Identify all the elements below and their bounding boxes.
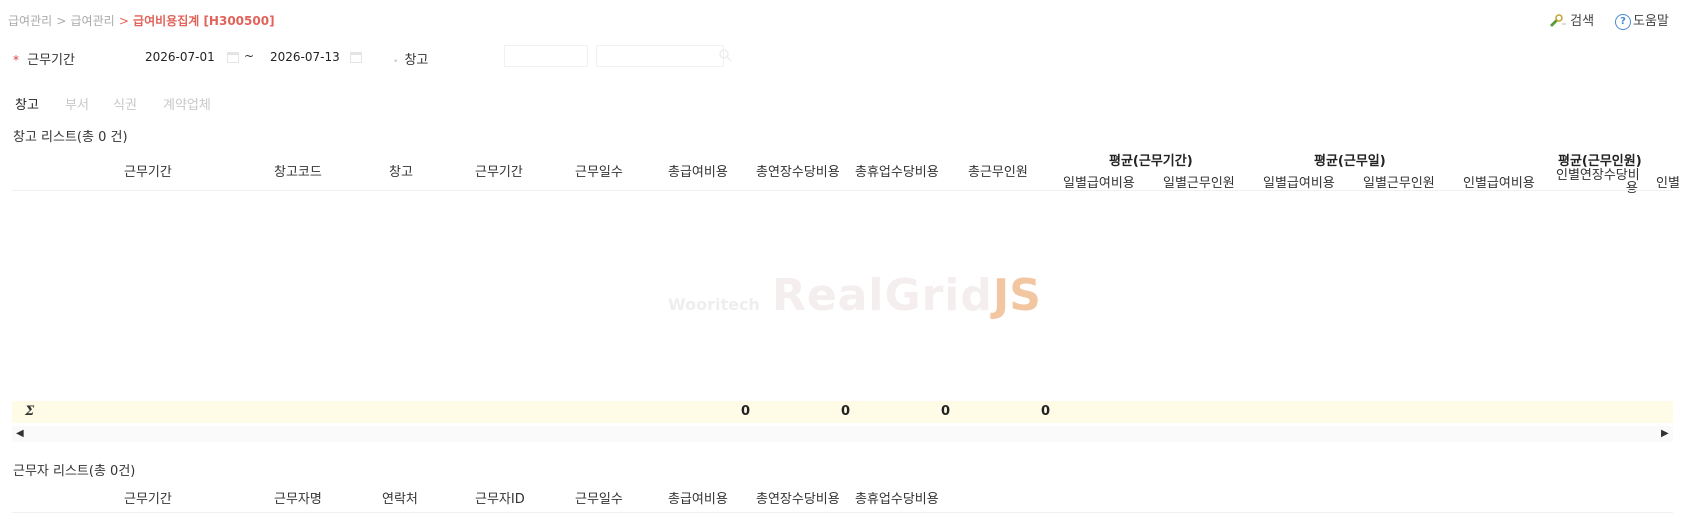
warehouse-name-input[interactable] — [596, 45, 724, 67]
sum-total-workers: 0 — [1040, 404, 1050, 419]
warehouse-input[interactable] — [504, 45, 588, 67]
period-label-group: * 근무기간 — [13, 49, 75, 68]
tab-department[interactable]: 부서 — [65, 94, 89, 113]
scroll-left-icon[interactable]: ◀ — [16, 428, 24, 439]
horizontal-scrollbar[interactable] — [12, 426, 1673, 442]
calendar-icon[interactable] — [227, 52, 239, 63]
col-header-work-period-2[interactable]: 근무기간 — [475, 161, 523, 180]
calendar-icon-2[interactable] — [350, 52, 362, 63]
col-header-work-days[interactable]: 근무일수 — [575, 488, 623, 507]
col-header-total-pay[interactable]: 총급여비용 — [668, 161, 728, 180]
col-header-person-pay[interactable]: 인별급여비용 — [1463, 172, 1535, 191]
col-header-work-period[interactable]: 근무기간 — [124, 161, 172, 180]
col-header-warehouse[interactable]: 창고 — [389, 161, 413, 180]
help-button-label: 도움말 — [1633, 14, 1669, 29]
col-header-daily-workers-2[interactable]: 일별근무인원 — [1363, 172, 1435, 191]
col-header-total-overtime[interactable]: 총연장수당비용 — [756, 161, 840, 180]
search-tool-icon — [1548, 13, 1566, 31]
col-header-total-holiday[interactable]: 총휴업수당비용 — [855, 488, 939, 507]
help-button[interactable]: ? 도움말 — [1615, 10, 1669, 30]
breadcrumb-separator: > — [56, 14, 67, 28]
sum-icon: Σ — [25, 404, 35, 419]
breadcrumb: 급여관리 > 급여관리 > 급여비용집계 [H300500] — [8, 12, 275, 29]
help-icon: ? — [1615, 13, 1631, 30]
group-header-avg-person: 평균(근무인원) — [1558, 154, 1642, 169]
header-bottom-border — [12, 190, 1673, 191]
breadcrumb-item-payroll[interactable]: 급여관리 — [8, 14, 52, 28]
date-range-tilde: ~ — [244, 49, 255, 63]
col-header-total-holiday[interactable]: 총휴업수당비용 — [855, 161, 939, 180]
col-header-person-overtime[interactable]: 인별연장수당비 용 — [1556, 169, 1640, 195]
optional-dot: • — [393, 57, 399, 67]
worker-list-title: 근무자 리스트(총 0건) — [13, 464, 136, 479]
warehouse-list-title: 창고 리스트(총 0 건) — [13, 130, 128, 145]
col-header-work-period[interactable]: 근무기간 — [124, 488, 172, 507]
required-mark: * — [13, 53, 19, 67]
col-header-person-cut[interactable]: 인별 — [1656, 172, 1680, 191]
watermark-js: JS — [992, 270, 1041, 321]
col-header-daily-pay-1[interactable]: 일별급여비용 — [1063, 172, 1135, 191]
col-header-contact[interactable]: 연락처 — [382, 488, 418, 507]
sum-total-pay: 0 — [740, 404, 750, 419]
period-label: 근무기간 — [27, 53, 75, 68]
col-header-warehouse-code[interactable]: 창고코드 — [274, 161, 322, 180]
tab-meal-ticket[interactable]: 식권 — [113, 94, 137, 113]
col-header-total-pay[interactable]: 총급여비용 — [668, 488, 728, 507]
watermark-vendor: Wooritech — [668, 295, 760, 314]
tab-warehouse[interactable]: 창고 — [15, 94, 39, 113]
warehouse-search-icon[interactable] — [718, 48, 732, 66]
search-button-label: 검색 — [1570, 14, 1595, 29]
scroll-right-icon[interactable]: ▶ — [1661, 428, 1669, 439]
col-header-work-days[interactable]: 근무일수 — [575, 161, 623, 180]
realgrid-watermark: Wooritech RealGridJS — [668, 270, 1041, 321]
warehouse-label: 창고 — [404, 53, 429, 68]
warehouse-label-group: • 창고 — [393, 49, 428, 68]
group-header-avg-day: 평균(근무일) — [1314, 154, 1386, 169]
date-from-input[interactable] — [145, 50, 223, 64]
sum-total-overtime: 0 — [840, 404, 850, 419]
tab-contractor[interactable]: 계약업체 — [163, 94, 211, 113]
breadcrumb-item-payroll-2[interactable]: 급여관리 — [71, 14, 115, 28]
page-title: 급여비용집계 [H300500] — [133, 14, 275, 28]
search-button[interactable]: 검색 — [1548, 10, 1594, 31]
col-header-daily-workers-1[interactable]: 일별근무인원 — [1163, 172, 1235, 191]
date-to-input[interactable] — [270, 50, 348, 64]
breadcrumb-separator-active: > — [118, 14, 129, 28]
col-header-daily-pay-2[interactable]: 일별급여비용 — [1263, 172, 1335, 191]
col-header-worker-name[interactable]: 근무자명 — [274, 488, 322, 507]
col-header-total-overtime[interactable]: 총연장수당비용 — [756, 488, 840, 507]
watermark-product: RealGrid — [771, 270, 993, 321]
col-header-worker-id[interactable]: 근무자ID — [475, 488, 525, 507]
col-header-total-workers[interactable]: 총근무인원 — [968, 161, 1028, 180]
sum-total-holiday: 0 — [940, 404, 950, 419]
group-header-avg-period: 평균(근무기간) — [1109, 154, 1193, 169]
col-header-person-overtime-line2: 용 — [1625, 181, 1638, 196]
header-bottom-border-2 — [12, 512, 1673, 513]
